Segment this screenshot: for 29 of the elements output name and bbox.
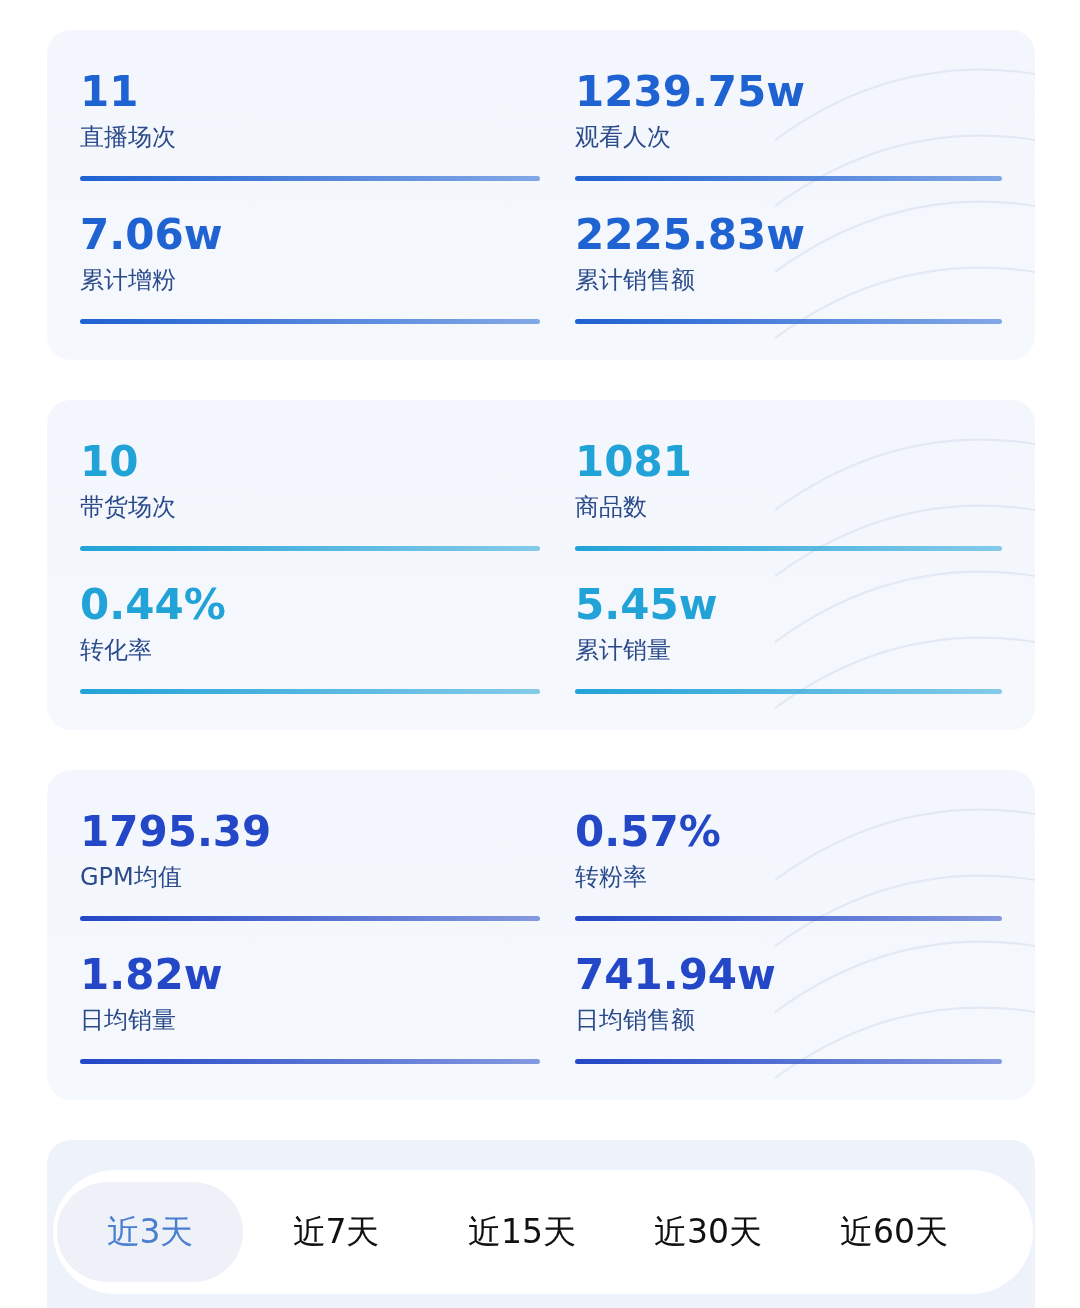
stat-label: 累计销量 <box>575 635 672 666</box>
stat-value: 1.82w <box>80 949 224 1001</box>
period-tab[interactable]: 近60天 <box>801 1182 987 1282</box>
stat-label: 转粉率 <box>575 862 648 893</box>
stat-label: 累计销售额 <box>575 265 696 296</box>
stat-label: 累计增粉 <box>80 265 177 296</box>
stat-value: 1795.39 <box>80 806 273 858</box>
stat-value: 0.57% <box>575 806 722 858</box>
stat-value: 2225.83w <box>575 209 807 261</box>
stat-value: 1081 <box>575 436 693 488</box>
period-tab[interactable]: 近15天 <box>429 1182 615 1282</box>
stat-label: 转化率 <box>80 635 153 666</box>
stat-label: 日均销售额 <box>575 1005 696 1036</box>
stat-value: 5.45w <box>575 579 719 631</box>
stat-label: 直播场次 <box>80 122 177 153</box>
stat-value: 741.94w <box>575 949 777 1001</box>
period-tab[interactable]: 近7天 <box>243 1182 429 1282</box>
period-tab[interactable]: 近30天 <box>615 1182 801 1282</box>
stat-value: 0.44% <box>80 579 227 631</box>
stat-value: 10 <box>80 436 140 488</box>
period-tab[interactable]: 近3天 <box>57 1182 243 1282</box>
stat-value: 1239.75w <box>575 66 807 118</box>
stat-label: 观看人次 <box>575 122 672 153</box>
stat-label: 商品数 <box>575 492 648 523</box>
stat-value: 11 <box>80 66 140 118</box>
stat-value: 7.06w <box>80 209 224 261</box>
stat-label: GPM均值 <box>80 862 183 893</box>
stat-label: 日均销量 <box>80 1005 177 1036</box>
stat-label: 带货场次 <box>80 492 177 523</box>
